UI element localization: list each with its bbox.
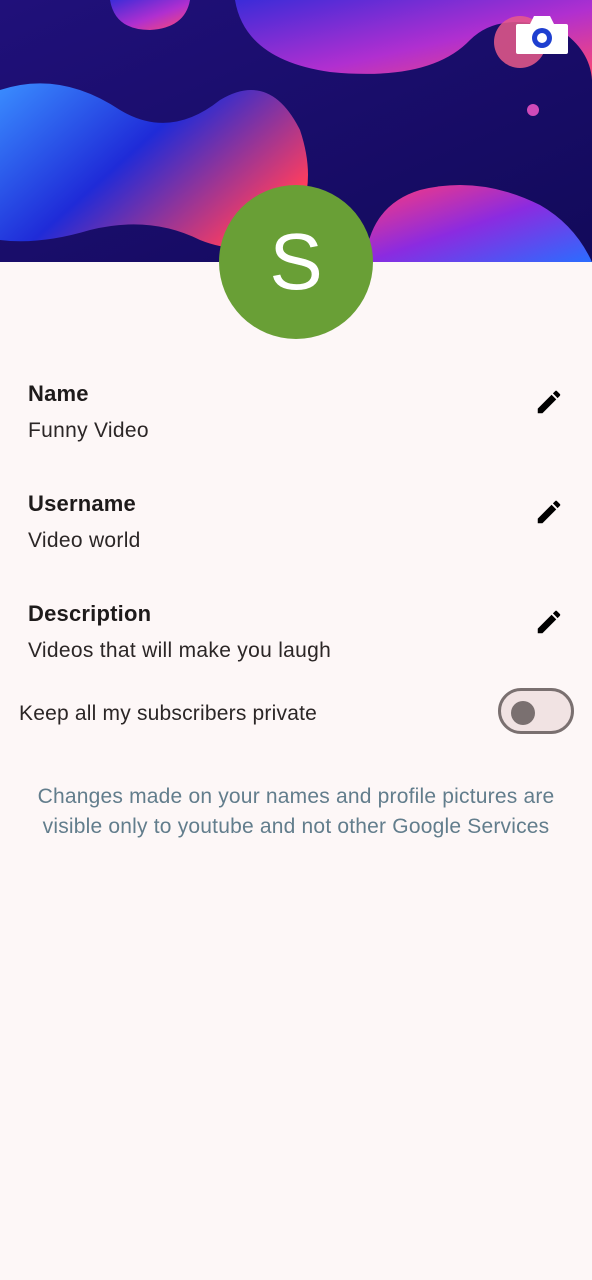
name-value: Funny Video bbox=[28, 419, 149, 442]
name-field: Name Funny Video bbox=[28, 381, 564, 461]
subscribers-privacy-row: Keep all my subscribers private bbox=[19, 688, 574, 738]
description-field: Description Videos that will make you la… bbox=[28, 601, 564, 681]
edit-username-button[interactable] bbox=[534, 497, 564, 527]
camera-icon bbox=[516, 16, 568, 54]
name-label: Name bbox=[28, 381, 89, 406]
change-banner-button[interactable] bbox=[514, 14, 570, 58]
pencil-icon bbox=[537, 500, 561, 524]
edit-channel-screen: S Name Funny Video Username Video world … bbox=[0, 0, 592, 1280]
username-value: Video world bbox=[28, 529, 141, 552]
subscribers-privacy-switch[interactable] bbox=[498, 688, 574, 734]
username-field: Username Video world bbox=[28, 491, 564, 571]
channel-avatar[interactable]: S bbox=[219, 185, 373, 339]
description-value: Videos that will make you laugh bbox=[28, 639, 332, 662]
avatar-initial: S bbox=[269, 217, 323, 306]
visibility-note-line-2: visible only to youtube and not other Go… bbox=[42, 815, 550, 838]
description-label: Description bbox=[28, 601, 152, 626]
username-label: Username bbox=[28, 491, 136, 516]
switch-thumb bbox=[511, 701, 535, 725]
edit-description-button[interactable] bbox=[534, 607, 564, 637]
edit-name-button[interactable] bbox=[534, 387, 564, 417]
visibility-note-line-1: Changes made on your names and profile p… bbox=[37, 785, 555, 808]
pencil-icon bbox=[537, 390, 561, 414]
visibility-note: Changes made on your names and profile p… bbox=[0, 782, 592, 842]
subscribers-privacy-label: Keep all my subscribers private bbox=[19, 702, 317, 725]
pencil-icon bbox=[537, 610, 561, 634]
